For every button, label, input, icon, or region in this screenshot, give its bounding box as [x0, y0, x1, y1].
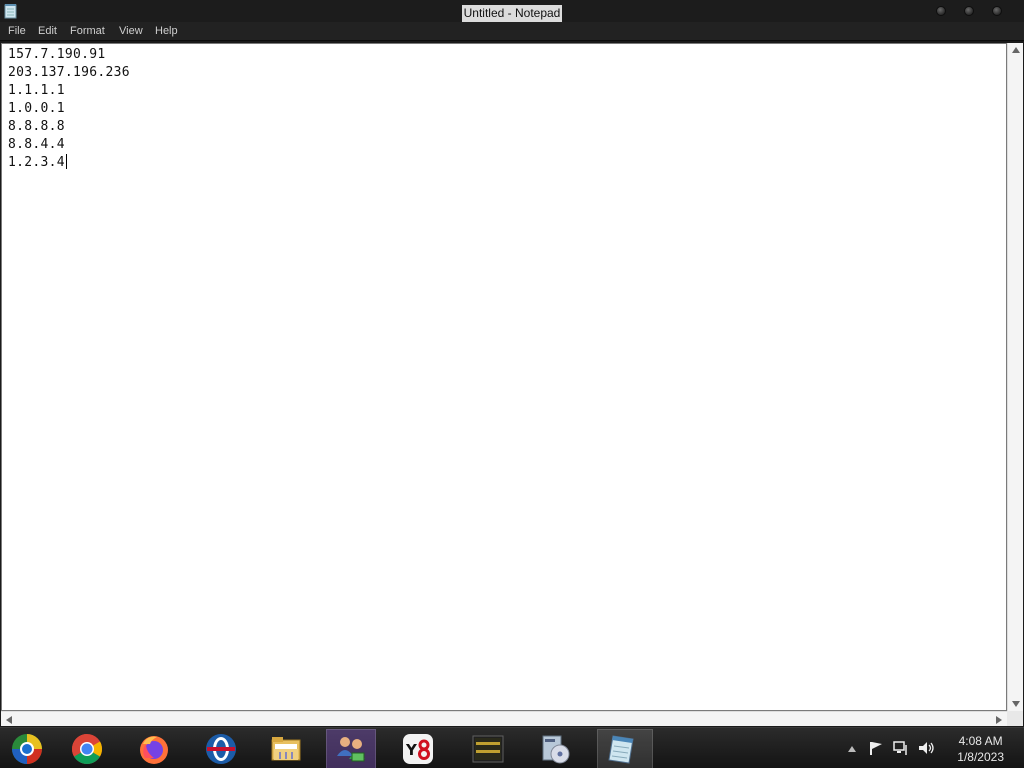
- file-explorer-icon[interactable]: [269, 732, 303, 766]
- menu-file[interactable]: File: [8, 25, 26, 37]
- vertical-scrollbar[interactable]: [1007, 43, 1023, 711]
- system-clock[interactable]: 4:08 AM 1/8/2023: [957, 733, 1004, 765]
- scroll-left-arrow-icon[interactable]: [5, 715, 13, 725]
- warning-console-icon[interactable]: [471, 732, 505, 766]
- chrome-icon[interactable]: [70, 732, 104, 766]
- show-hidden-icons-arrow[interactable]: [847, 745, 857, 753]
- minimize-button[interactable]: [936, 6, 946, 16]
- scroll-right-arrow-icon[interactable]: [995, 715, 1003, 725]
- text-line: 8.8.8.8: [8, 119, 65, 134]
- text-line: 1.1.1.1: [8, 83, 65, 98]
- menu-help[interactable]: Help: [155, 25, 178, 37]
- opera-icon[interactable]: [204, 732, 238, 766]
- scroll-down-arrow-icon[interactable]: [1011, 700, 1021, 708]
- close-button[interactable]: [992, 6, 1002, 16]
- svg-text:Y: Y: [405, 741, 418, 759]
- menu-bar: File Edit Format View Help: [0, 22, 1024, 41]
- menu-view[interactable]: View: [119, 25, 143, 37]
- menu-edit[interactable]: Edit: [38, 25, 57, 37]
- text-line: 157.7.190.91: [8, 47, 106, 62]
- volume-icon[interactable]: [917, 740, 935, 756]
- notepad-taskbar-icon[interactable]: [605, 732, 639, 766]
- window-title: Untitled - Notepad: [461, 5, 563, 22]
- scroll-up-arrow-icon[interactable]: [1011, 46, 1021, 54]
- text-line: 203.137.196.236: [8, 65, 130, 80]
- clock-date: 1/8/2023: [957, 750, 1004, 764]
- firefox-icon[interactable]: [137, 732, 171, 766]
- text-editor[interactable]: 157.7.190.91 203.137.196.236 1.1.1.1 1.0…: [1, 43, 1007, 711]
- action-center-flag-icon[interactable]: [868, 740, 884, 756]
- network-users-icon[interactable]: [334, 732, 368, 766]
- text-caret: [65, 154, 67, 169]
- menu-format[interactable]: Format: [70, 25, 105, 37]
- text-line-content: 1.2.3.4: [8, 155, 65, 170]
- clock-time: 4:08 AM: [958, 734, 1003, 748]
- title-bar[interactable]: Untitled - Notepad: [0, 0, 1024, 22]
- y8-icon[interactable]: Y: [401, 732, 435, 766]
- maximize-button[interactable]: [964, 6, 974, 16]
- text-line-last: 1.2.3.4: [8, 154, 67, 172]
- text-line: 8.8.4.4: [8, 137, 65, 152]
- taskbar: Y 4:08 AM 1/8/2023: [0, 727, 1024, 768]
- text-line: 1.0.0.1: [8, 101, 65, 116]
- horizontal-scrollbar[interactable]: [1, 711, 1007, 726]
- network-icon[interactable]: [892, 740, 910, 756]
- disk-cleanup-icon[interactable]: [538, 732, 572, 766]
- scrollbar-corner: [1007, 711, 1023, 726]
- windows-media-center-icon[interactable]: [10, 732, 44, 766]
